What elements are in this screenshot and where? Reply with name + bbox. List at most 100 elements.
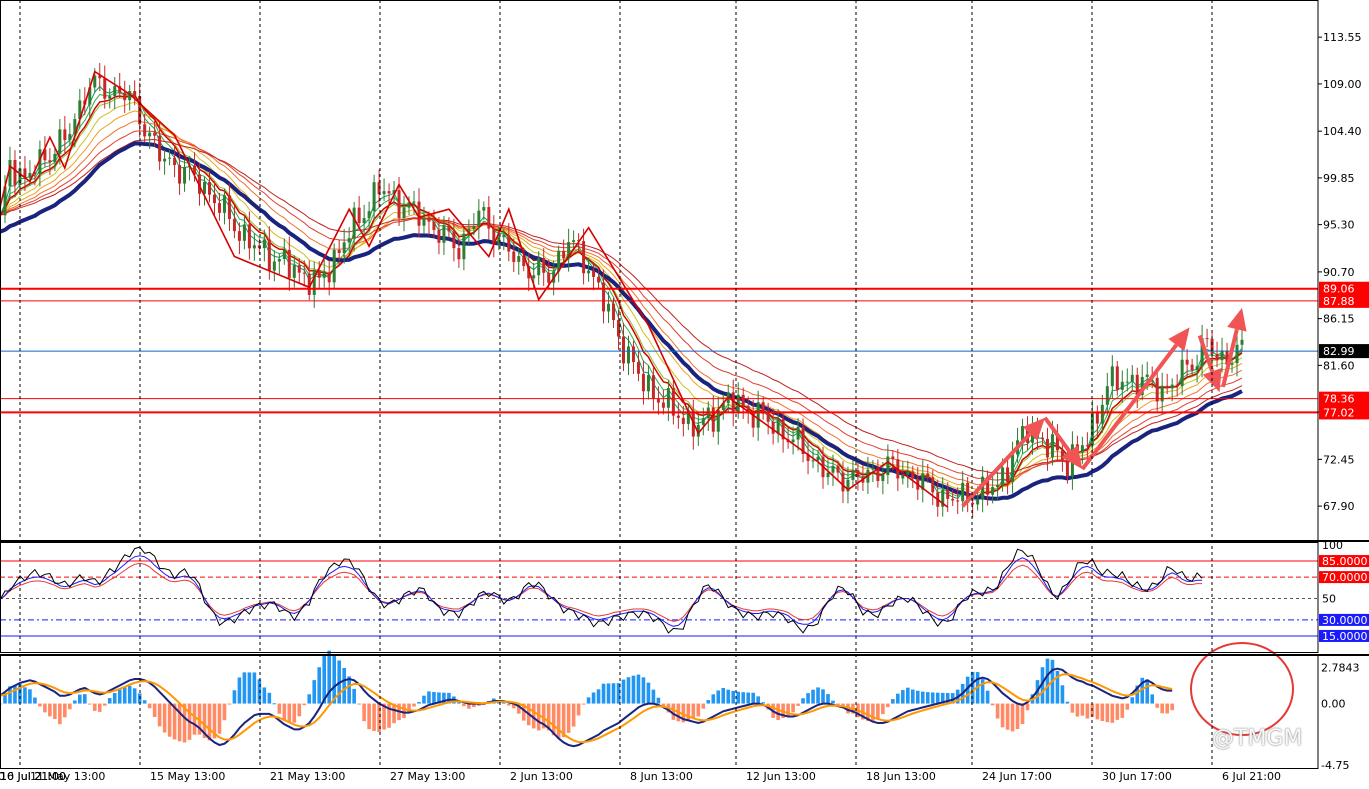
candle-body [502,235,506,238]
candle-body [442,225,446,243]
macd-histogram-bar [711,694,716,704]
candle-body [911,471,915,479]
candle-body [337,249,341,254]
macd-histogram-bar [372,703,376,731]
macd-histogram-bar [1015,703,1020,730]
chart-canvas[interactable]: 113.55 109.00 104.40 99.85 95.30 90.70 86.15 81… [0,0,1369,785]
macd-histogram-bar [1150,694,1155,704]
candle-body [123,92,127,101]
candle-body [796,426,800,440]
macd-histogram-bar [1005,703,1010,730]
candle-body [367,211,371,219]
candle-body [926,473,930,478]
candle-body [656,398,660,403]
candle-body [1065,459,1069,477]
macd-histogram-bar [881,703,885,715]
candle-body [452,231,456,249]
candle-body [711,407,715,432]
macd-histogram-bar [142,700,147,704]
macd-histogram-bar [457,702,461,704]
candle-body [402,207,406,218]
macd-histogram-bar [990,703,995,706]
macd-histogram-bar [901,690,905,704]
macd-histogram-bar [721,687,726,704]
macd-histogram-bar [746,692,750,704]
candle-body [103,78,107,99]
candle-body [681,417,685,424]
macd-histogram-bar [716,690,721,704]
macd-histogram-bar [292,703,297,723]
candle-body [477,210,481,227]
macd-histogram-bar [646,682,651,704]
macd-histogram-bar [462,703,466,707]
macd-histogram-bar [127,685,132,704]
candle-body [951,498,955,501]
macd-histogram-bar [262,687,267,704]
candle-body [207,182,211,195]
macd-histogram-bar [227,703,232,705]
candle-body [676,415,680,418]
macd-histogram-bar [601,683,606,704]
candle-body [252,245,256,249]
macd-histogram-bar [930,692,935,704]
candle-body [991,487,995,495]
candle-body [901,474,905,479]
candle-body [462,233,466,260]
macd-histogram-bar [536,703,541,731]
macd-histogram-bar [367,703,371,730]
candle-body [1105,386,1109,405]
macd-histogram-bar [1110,703,1115,723]
candle-body [1215,354,1219,361]
candle-body [282,249,286,259]
candle-body [641,373,645,392]
macd-histogram-bar [192,703,197,735]
macd-histogram-bar [162,703,167,733]
candle-body [272,261,276,271]
osc-y-tick-label: 85.0000 [1322,555,1368,568]
macd-histogram-bar [731,690,736,704]
candle-body [1120,381,1124,390]
candle-body [851,470,855,480]
macd-histogram-bar [317,667,322,704]
candle-body [427,217,431,222]
candle-body [741,394,745,407]
macd-histogram-bar [43,703,47,713]
candle-body [1130,374,1134,382]
candle-body [168,157,172,159]
candle-body [976,499,980,505]
candle-body [163,158,167,162]
macd-histogram-bar [28,689,32,704]
candle-body [1210,338,1214,355]
candle-body [831,465,835,473]
candle-body [113,86,117,97]
candle-body [247,224,251,249]
candle-body [108,96,112,99]
macd-histogram-bar [571,703,576,727]
macd-histogram-bar [68,703,72,710]
candle-body [621,336,625,364]
candle-body [148,132,152,137]
macd-histogram-bar [282,703,287,721]
candle-body [626,346,630,364]
macd-y-tick-label: 2.7843 [1321,662,1360,675]
candle-body [1220,350,1224,361]
candle-body [1155,377,1159,402]
macd-histogram-bar [1060,685,1065,704]
macd-histogram-bar [207,703,212,741]
macd-histogram-bar [432,692,436,704]
candle-body [771,421,775,434]
macd-histogram-bar [92,703,97,711]
macd-histogram-bar [222,703,227,721]
macd-histogram-bar [816,687,820,704]
macd-histogram-bar [801,698,805,704]
macd-histogram-bar [122,687,127,704]
macd-histogram-bar [38,703,42,707]
x-tick-label: 6 Jul 21:00 [1222,770,1281,783]
macd-y-tick-label: -4.75 [1321,759,1349,772]
candle-body [507,235,511,252]
osc-y-tick-label: 70.0000 [1322,571,1368,584]
candle-body [322,272,326,278]
macd-histogram-bar [871,703,875,723]
macd-histogram-bar [78,694,82,704]
x-tick-label: 27 May 13:00 [390,770,465,783]
